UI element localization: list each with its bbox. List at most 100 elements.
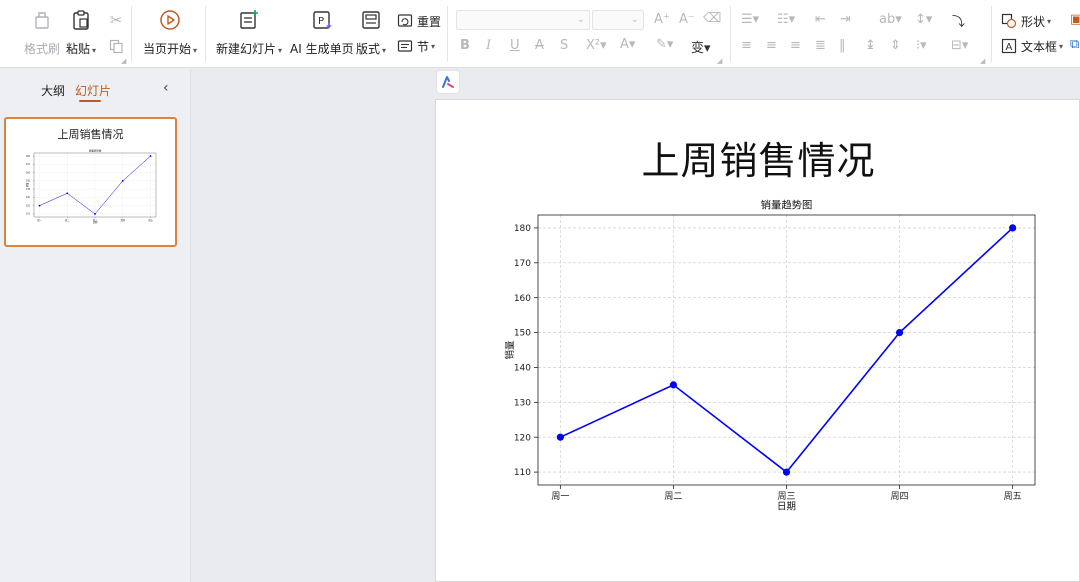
smartart-icon[interactable]: ⧉ bbox=[1070, 37, 1079, 52]
data-point bbox=[669, 381, 678, 389]
clear-format-icon[interactable]: ⌫ bbox=[703, 11, 721, 26]
distributed-icon[interactable]: ‖ bbox=[839, 38, 846, 53]
sort-icon[interactable]: ↕▾ bbox=[915, 12, 932, 27]
format-painter-button[interactable]: 格式刷 bbox=[24, 8, 60, 57]
data-point bbox=[556, 433, 564, 441]
font-size-select[interactable]: ⌄ bbox=[592, 10, 644, 30]
increase-indent-icon[interactable]: ⇥ bbox=[840, 12, 851, 27]
superscript-icon[interactable]: X²▾ bbox=[586, 38, 607, 53]
font-color-icon[interactable]: A▾ bbox=[620, 37, 635, 52]
shape-button[interactable]: 形状 ▾ bbox=[1000, 12, 1051, 30]
text-direction-icon[interactable]: ab▾ bbox=[879, 12, 902, 27]
paste-button[interactable]: 粘贴 ▾ bbox=[66, 8, 96, 57]
layout-label: 版式 bbox=[356, 42, 381, 56]
sales-trend-chart[interactable]: 110 120 130 140 150 160 170 180 周一 周二 周三 周四 周五 销量趋势图日… bbox=[436, 100, 1080, 582]
data-point bbox=[895, 328, 904, 337]
picture-icon[interactable]: ▣ bbox=[1070, 12, 1080, 27]
y-tick-label: 160 bbox=[26, 171, 31, 174]
section-label: 节 bbox=[417, 39, 430, 54]
font-group-launcher-icon[interactable]: ◢ bbox=[717, 57, 722, 65]
x-tick-label: 周三 bbox=[777, 491, 795, 502]
column-icon[interactable]: ⁝▾ bbox=[916, 38, 927, 53]
thumbnail-chart: 110120130140150160170180周一 周二 周三 周四 周五销量趋势图日… bbox=[25, 148, 157, 224]
y-tick-label: 110 bbox=[26, 213, 31, 216]
panel-tabs: 大纲 幻灯片 ‹ bbox=[0, 69, 191, 105]
x-tick-label: 周四 bbox=[121, 218, 125, 222]
increase-font-size-icon[interactable]: A⁺ bbox=[654, 12, 670, 27]
align-left-icon[interactable]: ≡ bbox=[741, 38, 752, 53]
svg-text:P: P bbox=[318, 16, 324, 27]
data-point bbox=[121, 179, 124, 182]
new-slide-icon bbox=[237, 8, 261, 32]
collapse-panel-icon[interactable]: ‹ bbox=[163, 80, 169, 96]
x-tick-label: 周二 bbox=[664, 491, 682, 502]
data-point bbox=[94, 213, 96, 215]
reset-label: 重置 bbox=[417, 14, 442, 29]
paragraph-group-launcher-icon[interactable]: ◢ bbox=[980, 57, 985, 65]
y-tick-label: 140 bbox=[514, 364, 531, 374]
section-button[interactable]: 节 ▾ bbox=[396, 37, 435, 55]
justify-icon[interactable]: ≣ bbox=[815, 38, 826, 53]
italic-icon[interactable]: I bbox=[486, 38, 491, 53]
textbox-button[interactable]: A 文本框 ▾ bbox=[1000, 37, 1063, 55]
chevron-down-icon: ⌄ bbox=[630, 14, 639, 25]
slide[interactable]: 上周销售情况 110 120 130 140 150 160 170 180 周一 周二 周三 周四周… bbox=[435, 99, 1080, 582]
highlight-icon[interactable]: ✎▾ bbox=[656, 37, 673, 52]
strikethrough-icon[interactable]: A bbox=[535, 38, 544, 53]
chevron-down-icon: ▾ bbox=[278, 46, 283, 55]
scissors-icon: ✂ bbox=[109, 11, 123, 29]
divider bbox=[730, 6, 731, 62]
align-right-icon[interactable]: ≡ bbox=[790, 38, 801, 53]
text-shadow-icon[interactable]: S bbox=[560, 38, 568, 53]
x-tick-label: 周一 bbox=[37, 218, 42, 222]
vertical-align-icon[interactable]: ⊟▾ bbox=[951, 38, 968, 53]
shape-icon bbox=[1000, 12, 1018, 30]
text-effect-icon[interactable]: 变▾ bbox=[691, 37, 711, 56]
y-tick-label: 150 bbox=[514, 329, 531, 339]
chevron-down-icon: ▾ bbox=[1047, 16, 1052, 26]
y-axis-label: 销量 bbox=[25, 182, 29, 187]
divider bbox=[131, 6, 132, 62]
underline-icon[interactable]: U bbox=[510, 38, 520, 53]
convert-smartart-icon[interactable]: ⤵ bbox=[952, 11, 965, 30]
ai-slide-icon: P bbox=[310, 8, 334, 32]
bullet-list-icon[interactable]: ☰▾ bbox=[741, 12, 759, 27]
divider bbox=[991, 6, 992, 62]
layout-button[interactable]: 版式 ▾ bbox=[356, 8, 386, 57]
active-tab-indicator bbox=[79, 100, 101, 102]
clipboard-group-launcher-icon[interactable]: ◢ bbox=[121, 57, 126, 65]
play-from-current-button[interactable]: 当页开始 ▾ bbox=[143, 8, 197, 57]
ai-assistant-button[interactable] bbox=[436, 70, 460, 94]
decrease-font-size-icon[interactable]: A⁻ bbox=[679, 12, 695, 27]
font-family-select[interactable]: ⌄ bbox=[456, 10, 590, 30]
line-spacing-icon[interactable]: ↨ bbox=[865, 38, 876, 53]
copy-button[interactable] bbox=[107, 37, 128, 55]
bold-icon[interactable]: B bbox=[460, 38, 470, 53]
y-tick-label: 120 bbox=[514, 433, 531, 443]
ai-generate-slide-button[interactable]: P AI 生成单页 bbox=[290, 8, 354, 57]
cut-button[interactable]: ✂ bbox=[107, 11, 128, 29]
chevron-down-icon: ▾ bbox=[382, 46, 387, 55]
chart-title: 销量趋势图 bbox=[761, 199, 813, 212]
reset-button[interactable]: 重置 bbox=[396, 12, 441, 30]
slide-thumbnail-1[interactable]: 上周销售情况 110 120 130 140 150 160 170 180 周一 周二 周三 周四周… bbox=[4, 117, 177, 247]
paragraph-spacing-icon[interactable]: ⇕ bbox=[890, 38, 901, 53]
y-tick-label: 140 bbox=[26, 188, 31, 191]
y-tick-label: 170 bbox=[26, 163, 31, 166]
y-tick-label: 130 bbox=[26, 196, 31, 199]
section-icon bbox=[396, 37, 414, 55]
new-slide-button[interactable]: 新建幻灯片 ▾ bbox=[216, 8, 282, 57]
y-axis-label: 销量 bbox=[504, 340, 516, 359]
tab-slides[interactable]: 幻灯片 bbox=[75, 82, 111, 99]
svg-text:A: A bbox=[1006, 42, 1013, 53]
y-tick-label: 120 bbox=[26, 204, 31, 207]
x-tick-label: 周一 bbox=[551, 491, 569, 502]
y-tick-label: 130 bbox=[514, 398, 531, 408]
divider bbox=[205, 6, 206, 62]
numbered-list-icon[interactable]: ☷▾ bbox=[777, 12, 795, 27]
tab-outline[interactable]: 大纲 bbox=[41, 82, 65, 99]
align-center-icon[interactable]: ≡ bbox=[766, 38, 777, 53]
decrease-indent-icon[interactable]: ⇤ bbox=[815, 12, 826, 27]
chevron-down-icon: ▾ bbox=[193, 46, 198, 55]
y-tick-label: 160 bbox=[514, 294, 531, 304]
